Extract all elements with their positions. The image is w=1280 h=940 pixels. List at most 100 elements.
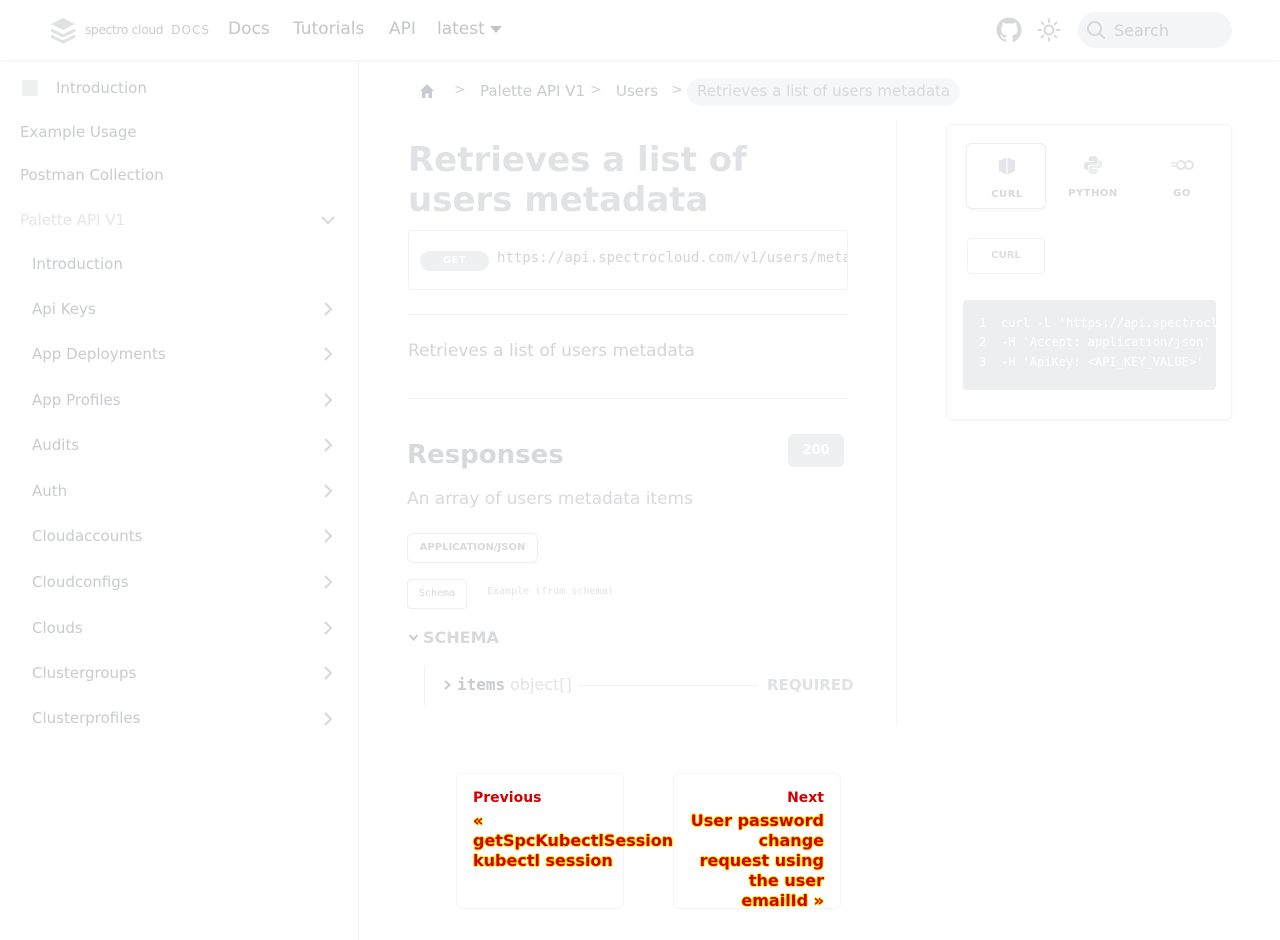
page-title: Retrieves a list of users metadata [408,140,747,220]
sidebar: Introduction Example Usage Postman Colle… [0,60,359,940]
column-divider [896,120,897,725]
sidebar-item-api-keys[interactable]: Api Keys [0,289,358,329]
code-samples-panel: CURL PYTHON GO CURL 1 curl -L 'https://a… [946,124,1232,420]
code-block[interactable]: 1 curl -L 'https://api.spectrocloud.com/… [963,300,1216,390]
response-description: An array of users metadata items [407,489,693,509]
sidebar-item-clouds[interactable]: Clouds [0,608,358,648]
property-name: items [457,675,506,694]
chevron-right-icon[interactable] [320,301,336,317]
language-tab-label: CURL [991,189,1023,200]
sidebar-item-label: Clusterprofiles [32,709,141,727]
sidebar-item-label: Cloudaccounts [32,527,143,545]
line-number: 1 [979,316,987,330]
language-tab-curl[interactable]: CURL [966,143,1046,209]
breadcrumb-users[interactable]: Users [616,82,658,100]
responses-heading: Responses [407,440,564,470]
chevron-down-icon[interactable] [320,212,336,228]
sidebar-item-app-profiles[interactable]: App Profiles [0,380,358,420]
chevron-right-icon[interactable] [320,483,336,499]
search-icon [1087,21,1105,39]
sidebar-category-palette-api-v1[interactable]: Palette API V1 [0,200,358,240]
sidebar-item-introduction-v1[interactable]: Introduction [0,244,358,284]
spectro-cloud-logo-icon [50,18,76,44]
sidebar-item-label: Introduction [56,79,147,97]
tab-schema[interactable]: Schema [407,579,467,609]
pagination-previous[interactable]: Previous « getSpcKubectlSession kubectl … [456,773,674,909]
search-input[interactable] [1112,19,1222,41]
sidebar-item-label: Api Keys [32,300,96,318]
sidebar-item-clustergroups[interactable]: Clustergroups [0,653,358,693]
nav-link-tutorials[interactable]: Tutorials [293,19,364,39]
property-type: object[] [510,675,572,694]
sidebar-item-clusterprofiles[interactable]: Clusterprofiles [0,699,358,727]
sidebar-item-label: App Deployments [32,345,166,363]
schema-toggle[interactable]: SCHEMA [408,628,499,647]
spectro-cloud-logo[interactable]: spectro cloud DOCS [47,16,210,44]
breadcrumb-separator: > [671,82,683,98]
sidebar-item-label: Auth [32,482,68,500]
endpoint-description: Retrieves a list of users metadata [408,341,695,361]
sidebar-item-label: Postman Collection [20,166,164,184]
language-tab-python[interactable]: PYTHON [1053,143,1133,209]
chevron-down-icon[interactable] [490,26,502,33]
sidebar-item-label: Clustergroups [32,664,137,682]
pagination-previous-label: « getSpcKubectlSession kubectl session [473,811,674,870]
divider [408,314,848,315]
code-variant-tab[interactable]: CURL [967,238,1045,274]
sidebar-item-label: Palette API V1 [20,211,126,229]
sidebar-item-example-usage[interactable]: Example Usage [0,112,358,152]
chevron-right-icon[interactable] [320,620,336,636]
endpoint-box: GET https://api.spectrocloud.com/v1/user… [408,230,848,290]
top-navbar: spectro cloud DOCS Docs Tutorials API la… [0,0,1280,60]
sidebar-item-label: Cloudconfigs [32,573,129,591]
curl-icon [999,157,1015,175]
sidebar-item-cloudaccounts[interactable]: Cloudaccounts [0,516,358,556]
status-code-tab-200[interactable]: 200 [788,434,844,467]
chevron-right-icon[interactable] [320,346,336,362]
schema-label: SCHEMA [423,628,499,647]
breadcrumb-palette-api-v1[interactable]: Palette API V1 [480,82,585,100]
chevron-right-icon[interactable] [320,528,336,544]
language-tab-label: GO [1173,188,1191,199]
endpoint-url: https://api.spectrocloud.com/v1/users/me… [497,250,848,266]
github-icon[interactable] [996,17,1022,43]
code-text: -H 'Accept: application/json' \ [1001,335,1216,349]
theme-toggle-sun-icon[interactable] [1037,18,1061,42]
home-icon[interactable] [418,82,436,100]
go-icon [1171,160,1194,170]
sidebar-item-postman-collection[interactable]: Postman Collection [0,155,358,195]
mime-type-tab[interactable]: APPLICATION/JSON [407,533,538,563]
chevron-right-icon[interactable] [320,665,336,681]
sidebar-item-label: Example Usage [20,123,137,141]
page-icon [22,80,38,96]
chevron-right-icon[interactable] [320,574,336,590]
logo-text: spectro cloud [85,23,164,37]
schema-property-row[interactable]: items object[] REQUIRED [424,666,854,706]
language-tab-label: PYTHON [1068,188,1118,199]
chevron-right-icon[interactable] [320,711,336,727]
chevron-right-icon[interactable] [320,392,336,408]
pagination-previous-sublabel: Previous [473,790,542,806]
logo-suffix: DOCS [171,23,210,37]
chevron-right-icon[interactable] [320,437,336,453]
chevron-down-icon [408,634,419,642]
sidebar-item-app-deployments[interactable]: App Deployments [0,334,358,374]
http-method-badge: GET [420,251,489,271]
search-box[interactable] [1078,12,1232,48]
chevron-right-icon[interactable] [441,679,453,691]
sidebar-item-auth[interactable]: Auth [0,471,358,511]
version-dropdown[interactable]: latest [437,19,485,39]
sidebar-item-cloudconfigs[interactable]: Cloudconfigs [0,562,358,602]
language-tab-go[interactable]: GO [1142,143,1222,209]
sidebar-item-audits[interactable]: Audits [0,425,358,465]
required-badge: REQUIRED [767,676,854,694]
nav-link-docs[interactable]: Docs [228,19,270,39]
breadcrumb-current: Retrieves a list of users metadata [687,78,961,106]
nav-link-api[interactable]: API [389,19,416,39]
sidebar-item-introduction[interactable]: Introduction [0,68,358,108]
python-icon [1084,156,1102,174]
code-text: -H 'ApiKey: <API_KEY_VALUE>' [1001,355,1204,369]
sidebar-item-label: Introduction [32,255,123,273]
tab-example[interactable]: Example (from schema) [487,586,613,597]
pagination-next[interactable]: Next User password change request using … [673,773,841,910]
